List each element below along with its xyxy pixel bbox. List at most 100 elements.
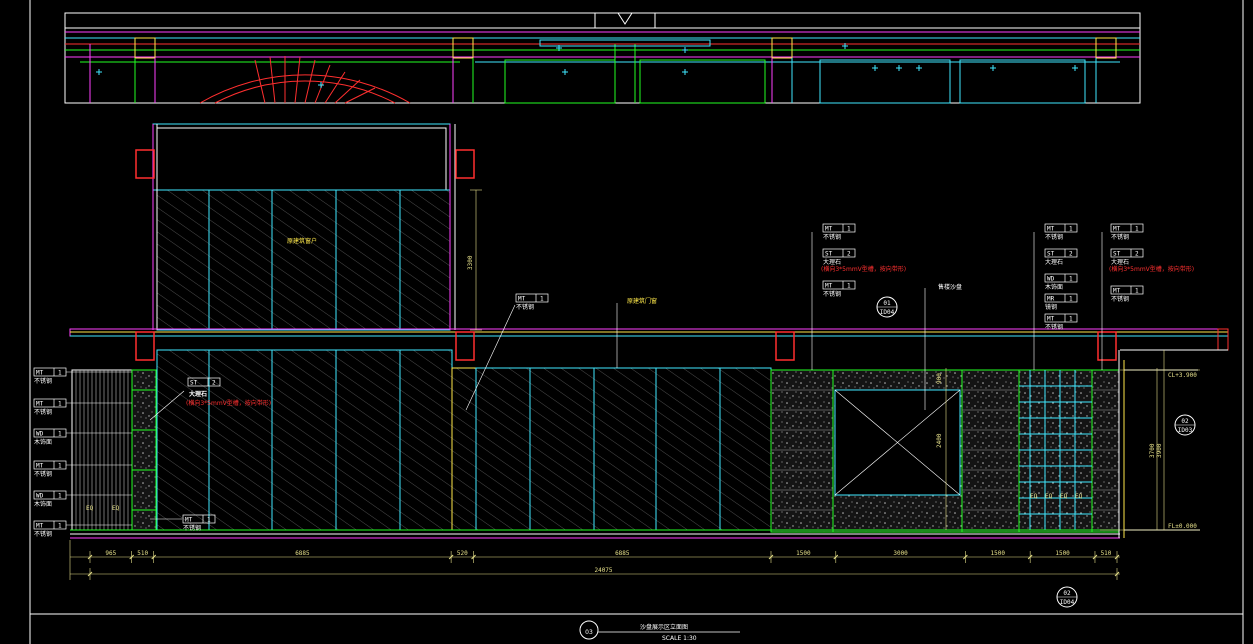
- tag-number: 1: [1135, 288, 1139, 295]
- tag-code: MT: [825, 283, 833, 290]
- tag-description: 不锈钢: [34, 470, 52, 478]
- section-ref: ID03: [1178, 427, 1193, 434]
- floor-level: FL±0.000: [1168, 523, 1197, 530]
- drawing-title: 沙盘展示区立面图: [640, 623, 688, 631]
- door-label: 原建筑门窗: [627, 297, 657, 305]
- dimension-chain: 965 510 6885 520 6885 1500 3000 1500 1500 510 2407…: [69, 540, 1120, 580]
- tag-number: 1: [58, 370, 62, 377]
- material-tags-right-b: MT 1 不锈钢 ST 2 大理石 WD 1 木饰面 MR 1 镜钢 MT 1 不锈钢: [1044, 223, 1078, 331]
- tag-description: 镜钢: [1045, 303, 1057, 311]
- dim-label: 1500: [796, 550, 811, 557]
- material-tag-left-2: WD 1 木饰面: [33, 428, 132, 446]
- ceiling-plan-strip: [64, 12, 1141, 104]
- tag-code: WD: [1047, 276, 1055, 283]
- section-ref: ID04: [880, 309, 895, 316]
- title-block: 03 沙盘展示区立面图 SCALE 1:30: [579, 620, 740, 642]
- dim-vertical-top: 900: [936, 373, 943, 384]
- eq-label: EQ: [1075, 493, 1083, 500]
- section-number: 02: [1063, 590, 1071, 597]
- tag-description: 不锈钢: [1111, 295, 1129, 303]
- material-tag-a-1: ST 2 大理石(横向3*5mmV型槽，按向带形): [821, 248, 906, 273]
- tag-code: WD: [36, 431, 44, 438]
- dim-label: 3000: [893, 550, 908, 557]
- dim-label: 520: [457, 550, 468, 557]
- tag-description: 不锈钢: [34, 530, 52, 538]
- tag-note: (横向3*5mmV型槽，按向带形): [1109, 265, 1194, 273]
- dim-label: 1500: [1055, 550, 1070, 557]
- material-tag-a-0: MT 1 不锈钢: [822, 223, 856, 241]
- tag-description: 不锈钢: [34, 377, 52, 385]
- material-tag-b-0: MT 1 不锈钢: [1044, 223, 1078, 241]
- tag-code: ST: [190, 380, 198, 387]
- dim-label: 510: [137, 550, 148, 557]
- tag-code: MT: [36, 523, 44, 530]
- eq-label: EQ: [1030, 493, 1038, 500]
- tag-number: 2: [847, 251, 851, 258]
- tag-number: 1: [847, 283, 851, 290]
- section-number: 01: [883, 300, 891, 307]
- dim-vertical-upper: 3300: [467, 255, 474, 270]
- dim-vertical-right-b: 3900: [1156, 443, 1163, 458]
- material-tag-left-3: MT 1 不锈钢: [33, 460, 132, 478]
- material-tag-b-2: WD 1 木饰面: [1044, 273, 1078, 291]
- eq-label: EQ: [1060, 493, 1068, 500]
- window-label: 原建筑窗户: [287, 237, 317, 245]
- dim-vertical-right-a: 3700: [1149, 443, 1156, 458]
- section-marker: 02 ID04: [1056, 586, 1078, 608]
- material-tags-right-a: MT 1 不锈钢 ST 2 大理石(横向3*5mmV型槽，按向带形) MT 1 不锈钢: [821, 223, 906, 298]
- material-tag-c-1: ST 2 大理石(横向3*5mmV型槽，按向带形): [1109, 248, 1194, 273]
- tag-code: MT: [1047, 316, 1055, 323]
- tag-code: MT: [518, 296, 526, 303]
- tag-number: 1: [58, 493, 62, 500]
- sand-table-label: 售楼沙盘: [938, 283, 962, 291]
- drawing-scale: SCALE 1:30: [662, 635, 697, 642]
- drawing-number: 03: [585, 629, 593, 636]
- tag-code: WD: [36, 493, 44, 500]
- tag-number: 1: [207, 517, 211, 524]
- dim-label: 6885: [295, 550, 310, 557]
- tag-code: ST: [1047, 251, 1055, 258]
- dim-label: 1500: [991, 550, 1006, 557]
- lower-wall: [70, 349, 1200, 539]
- tag-number: 1: [58, 463, 62, 470]
- tag-code: MT: [36, 463, 44, 470]
- section-marker: 01 ID04: [876, 296, 898, 318]
- tag-description: 大理石: [1045, 258, 1063, 266]
- material-tag-left-1: MT 1 不锈钢: [33, 398, 132, 416]
- tag-code: MT: [1113, 226, 1121, 233]
- eq-label: EQ: [86, 505, 94, 512]
- material-tag-b-3: MR 1 镜钢: [1044, 293, 1078, 311]
- tag-description: 木饰面: [1045, 283, 1063, 291]
- tag-code: MT: [1047, 226, 1055, 233]
- tag-code: MT: [36, 401, 44, 408]
- tag-number: 2: [212, 380, 216, 387]
- tag-number: 1: [58, 401, 62, 408]
- material-tag-b-4: MT 1 不锈钢: [1044, 313, 1078, 331]
- tag-description: 不锈钢: [516, 303, 534, 311]
- marble-groove-note: (横向3*5mmV型槽，按向带形): [186, 399, 271, 407]
- tag-number: 1: [1069, 276, 1073, 283]
- tag-number: 1: [1069, 296, 1073, 303]
- tag-number: 2: [1069, 251, 1073, 258]
- dim-vertical-mid: 2400: [936, 433, 943, 448]
- material-tag-c-0: MT 1 不锈钢: [1110, 223, 1144, 241]
- dim-label: 510: [1101, 550, 1112, 557]
- tag-description: 大理石: [1111, 258, 1129, 266]
- tag-description: 木饰面: [34, 438, 52, 446]
- tag-number: 1: [58, 523, 62, 530]
- eq-label: EQ: [1045, 493, 1053, 500]
- tag-description: 不锈钢: [183, 524, 201, 532]
- upper-window-block: [135, 123, 475, 331]
- tag-number: 1: [1069, 316, 1073, 323]
- tag-description: 木饰面: [34, 500, 52, 508]
- tag-description: 不锈钢: [1045, 323, 1063, 331]
- tag-description: 不锈钢: [823, 233, 841, 241]
- section-ref: ID04: [1060, 599, 1075, 606]
- tag-description: 大理石: [823, 258, 841, 266]
- tag-description: 不锈钢: [1111, 233, 1129, 241]
- tag-number: 1: [1135, 226, 1139, 233]
- tag-code: ST: [1113, 251, 1121, 258]
- tag-note: (横向3*5mmV型槽，按向带形): [821, 265, 906, 273]
- tag-number: 1: [540, 296, 544, 303]
- dim-label: 965: [105, 550, 116, 557]
